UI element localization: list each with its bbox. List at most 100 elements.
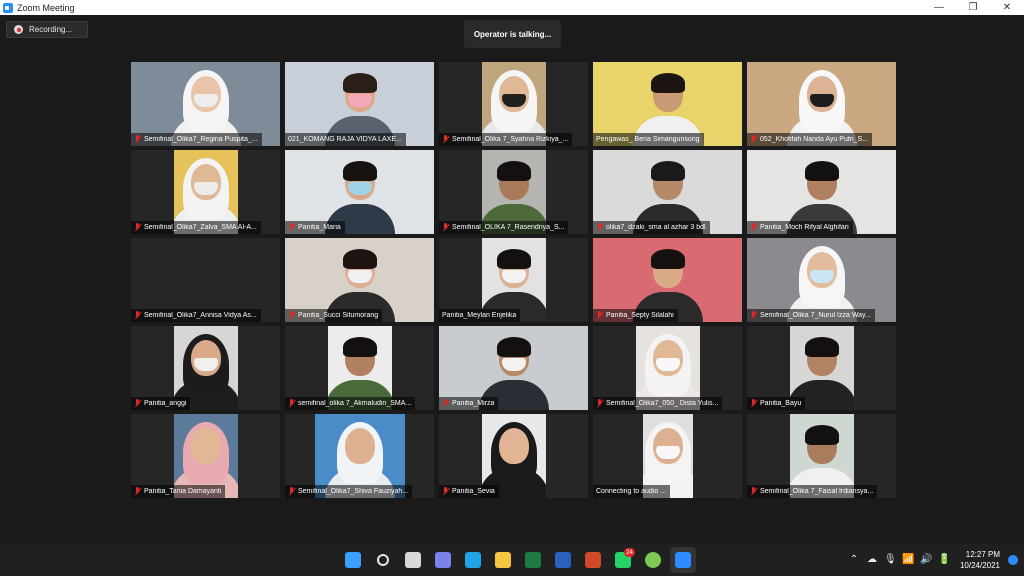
participant-tile[interactable]: Panitia_Sevia [439,414,588,498]
participant-tile[interactable]: Semifinal_Olika 7_Nurul Izza Way... [747,238,896,322]
recording-indicator[interactable]: Recording... [6,21,88,38]
participant-name-bar: Semifinal_Olika 7_Faisal Irdiansya... [747,485,878,498]
participant-tile[interactable]: Semifinal_Olika7_Annisa Vidya As... [131,238,280,322]
talking-indicator: Operator is talking... [464,20,561,48]
zoom-icon[interactable] [670,547,696,573]
powerpoint-icon[interactable] [580,547,606,573]
mic-muted-icon [750,223,757,232]
participant-tile[interactable]: semifinal_olika 7_Akmaludin_SMA... [285,326,434,410]
file-explorer-icon[interactable] [490,547,516,573]
taskbar-apps: 24 [340,547,696,573]
participant-name: Panitia_Septy Silalahi [606,312,674,319]
participant-name: Panitia_Tania Damayanti [144,488,222,495]
talking-label: Operator is talking... [473,29,552,39]
notification-icon[interactable] [1008,554,1018,565]
volume-icon[interactable]: 🔊 [920,554,932,565]
participant-tile[interactable]: Panitia_Mirza [439,326,588,410]
participant-tile[interactable]: Panitia_Maria [285,150,434,234]
mic-muted-icon [288,487,295,496]
window-controls: — ❐ ✕ [922,0,1024,15]
participant-tile[interactable]: Panitia_Septy Silalahi [593,238,742,322]
participant-name-bar: Semifinal_Olika 7_Nurul Izza Way... [747,309,875,322]
participant-tile[interactable]: Semifinal_Olika7_050_ Dista Yulis... [593,326,742,410]
participant-tile[interactable]: Panitia_Tania Damayanti [131,414,280,498]
participant-name-bar: Semifinal_Olika7_Shiva Fauziyah... [285,485,413,498]
participant-tile[interactable]: Panitia_Meylan Enjelika [439,238,588,322]
recording-label: Recording... [29,25,73,34]
file-explorer-icon-glyph [495,552,511,568]
participant-tile[interactable]: 021_KOMANG RAJA VIDYA LAXE... [285,62,434,146]
participant-name-bar: Semifinal_Olika7_Annisa Vidya As... [131,309,261,322]
excel-icon[interactable] [520,547,546,573]
participant-tile[interactable]: olika7_dzaki_sma al azhar 3 bdl [593,150,742,234]
participant-name: Semifinal_OLIKA 7_Rasendriya_S... [452,224,565,231]
participant-tile[interactable]: Semifinal_Olika7_Regina Puspita_... [131,62,280,146]
word-icon[interactable] [550,547,576,573]
zoom-app-icon [3,2,13,13]
participant-name: Panitia_Mirza [452,400,495,407]
participant-name-bar: Semifinal_Olika7_Zalva_SMA Al-A... [131,221,261,234]
participant-name: Panitia_Maria [298,224,341,231]
chevron-up-icon[interactable]: ⌃ [848,554,860,565]
mic-tray-icon[interactable]: 🎙 [884,554,897,565]
participant-name: Semifinal_Olika7_050_ Dista Yulis... [606,400,719,407]
gallery-grid: Semifinal_Olika7_Regina Puspita_... 021_K… [131,62,896,498]
minimize-button[interactable]: — [922,0,956,15]
wifi-icon[interactable]: 📶 [902,554,914,565]
participant-tile[interactable]: Panitia_Bayu [747,326,896,410]
participant-name-bar: Panitia_Sevia [439,485,499,498]
participant-tile[interactable]: Panitia_anggi [131,326,280,410]
windows-start-icon[interactable] [340,547,366,573]
participant-name-bar: Pengawas_ Beria Simangunsong [593,133,704,146]
teams-chat-icon[interactable] [430,547,456,573]
task-view-icon[interactable] [400,547,426,573]
participant-tile[interactable]: Panitia_Succi Situmorang [285,238,434,322]
participant-name: Semifinal_Olika7_Shiva Fauziyah... [298,488,409,495]
heart-app-icon[interactable] [640,547,666,573]
participant-tile[interactable]: Pengawas_ Beria Simangunsong [593,62,742,146]
participant-name: Semifinal_Olika7_Annisa Vidya As... [144,312,257,319]
window-titlebar: Zoom Meeting — ❐ ✕ [0,0,1024,15]
mic-muted-icon [596,311,603,320]
tray-icons: ⌃ ☁ 🎙 📶 🔊 🔋 [848,554,951,565]
participant-name-bar: Panitia_Moch Rifyal Alghifari [747,221,853,234]
mic-muted-icon [288,311,295,320]
maximize-button[interactable]: ❐ [956,0,990,15]
heart-app-icon-glyph [645,552,661,568]
mic-muted-icon [442,223,449,232]
participant-name: Semifinal_Olika7_Regina Puspita_... [144,136,258,143]
participant-tile[interactable]: Semifinal_Olika 7_Faisal Irdiansya... [747,414,896,498]
mic-muted-icon [750,487,757,496]
whatsapp-icon[interactable]: 24 [610,547,636,573]
clock[interactable]: 12:27 PM 10/24/2021 [960,549,1000,571]
participant-tile[interactable]: Semifinal_Olika7_Zalva_SMA Al-A... [131,150,280,234]
cloud-icon[interactable]: ☁ [866,554,878,565]
participant-tile[interactable]: Panitia_Moch Rifyal Alghifari [747,150,896,234]
battery-icon[interactable]: 🔋 [938,554,950,565]
search-icon[interactable] [370,547,396,573]
search-icon-glyph [377,554,389,566]
participant-tile[interactable]: Semifinal_Olika7_Shiva Fauziyah... [285,414,434,498]
mic-muted-icon [134,311,141,320]
participant-tile[interactable]: Semifinal_OLIKA 7_Rasendriya_S... [439,150,588,234]
participant-name-bar: Connecting to audio ... [593,485,671,498]
participant-tile[interactable]: Semifinal_Olika 7_Syahna Rizkiya_... [439,62,588,146]
mic-muted-icon [288,399,295,408]
participant-name: Panitia_Succi Situmorang [298,312,379,319]
mic-muted-icon [596,223,603,232]
system-tray: ⌃ ☁ 🎙 📶 🔊 🔋 12:27 PM 10/24/2021 [848,543,1018,576]
mic-muted-icon [134,399,141,408]
mic-muted-icon [442,399,449,408]
participant-name: Panitia_Meylan Enjelika [442,312,517,319]
edge-icon-glyph [465,552,481,568]
participant-tile[interactable]: Connecting to audio ... [593,414,742,498]
participant-name-bar: Semifinal_Olika7_050_ Dista Yulis... [593,397,723,410]
close-button[interactable]: ✕ [990,0,1024,15]
windows-start-icon-glyph [345,552,361,568]
participant-name: 052_Khofifah Nanda Ayu Putri_S... [760,136,869,143]
participant-tile[interactable]: 052_Khofifah Nanda Ayu Putri_S... [747,62,896,146]
task-view-icon-glyph [405,552,421,568]
participant-name: Semifinal_Olika 7_Faisal Irdiansya... [760,488,874,495]
participant-name-bar: Panitia_Tania Damayanti [131,485,226,498]
edge-icon[interactable] [460,547,486,573]
